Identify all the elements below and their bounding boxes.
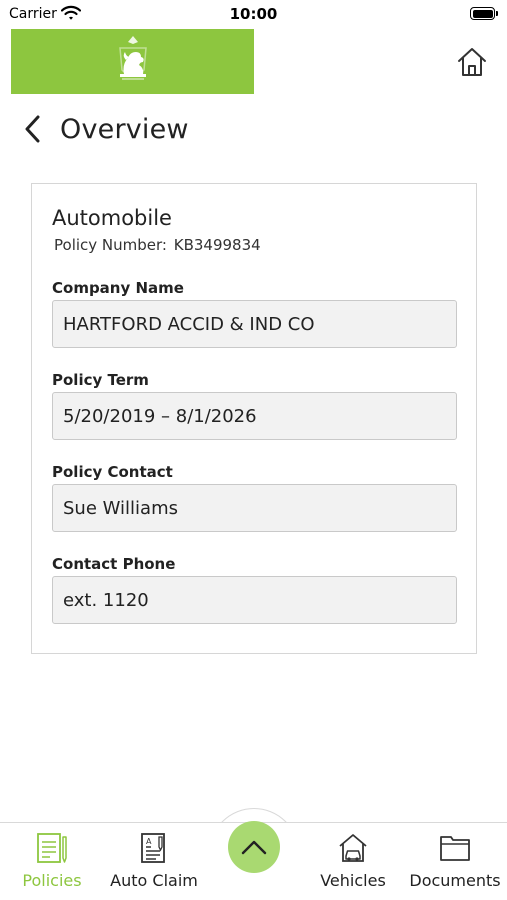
chevron-up-icon — [241, 840, 267, 855]
policy-contact-label: Policy Contact — [52, 463, 173, 481]
back-button[interactable]: Overview — [22, 110, 189, 148]
contact-phone-field[interactable]: ext. 1120 — [52, 576, 457, 624]
company-name-label: Company Name — [52, 279, 184, 297]
policy-card: Automobile Policy Number: KB3499834 Comp… — [31, 183, 477, 654]
brand-logo-bar — [11, 29, 254, 94]
svg-text:A: A — [146, 837, 152, 846]
contact-phone-label: Contact Phone — [52, 555, 176, 573]
company-name-field[interactable]: HARTFORD ACCID & IND CO — [52, 300, 457, 348]
chevron-left-icon — [25, 115, 40, 143]
tab-documents[interactable]: Documents — [405, 823, 505, 900]
status-bar: Carrier 10:00 — [0, 0, 507, 28]
tab-label-auto-claim: Auto Claim — [110, 871, 198, 890]
home-icon[interactable] — [455, 45, 489, 79]
policy-term-label: Policy Term — [52, 371, 149, 389]
status-time: 10:00 — [229, 5, 278, 23]
tab-label-documents: Documents — [409, 871, 501, 890]
folder-icon — [440, 836, 470, 861]
policy-number-row: Policy Number: KB3499834 — [52, 236, 261, 254]
policy-document-icon — [37, 833, 67, 863]
tab-auto-claim[interactable]: A Auto Claim — [104, 823, 204, 900]
expand-menu-button[interactable] — [228, 821, 280, 873]
battery-icon — [470, 7, 499, 21]
tab-vehicles[interactable]: Vehicles — [313, 823, 393, 900]
policy-type: Automobile — [52, 206, 172, 230]
tab-label-vehicles: Vehicles — [320, 871, 386, 890]
lion-crest-icon — [118, 35, 147, 80]
house-car-icon — [339, 834, 367, 862]
policy-term-field[interactable]: 5/20/2019 – 8/1/2026 — [52, 392, 457, 440]
tab-policies[interactable]: Policies — [12, 823, 92, 900]
policy-number-value: KB3499834 — [173, 236, 261, 254]
policy-number-label: Policy Number: — [54, 236, 167, 254]
claim-form-icon: A — [141, 833, 165, 863]
page-title: Overview — [60, 113, 189, 145]
tab-label-policies: Policies — [22, 871, 82, 890]
policy-contact-field[interactable]: Sue Williams — [52, 484, 457, 532]
